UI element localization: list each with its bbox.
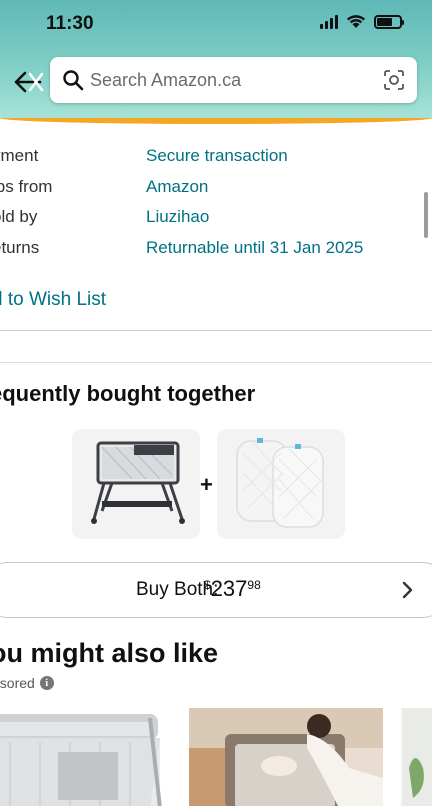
bassinet-product-card[interactable] [72,429,200,539]
camera-icon[interactable] [383,69,405,91]
app-header: 11:30 [0,0,432,124]
ships-from-label: ips from [0,177,53,196]
divider [0,362,432,363]
returns-label: eturns [0,238,40,257]
price-fraction: 98 [247,578,261,592]
add-to-wish-list-link[interactable]: d to Wish List [0,289,106,311]
sponsored-text: nsored [0,675,35,691]
secure-transaction-link[interactable]: Secure transaction [146,146,288,166]
frequently-bought-title: equently bought together [0,381,256,406]
mattress-pads-image [236,438,324,528]
price-whole: 237 [210,576,248,601]
recommendations-title: ou might also like [0,638,219,668]
wifi-icon [347,15,365,28]
price-currency: $ [204,578,211,592]
back-arrow-icon[interactable] [12,68,46,96]
payment-label: yment [0,146,39,165]
recommendation-card-3[interactable] [401,708,432,806]
recommendation-card-2[interactable] [189,708,383,806]
info-icon[interactable]: i [39,676,54,690]
buy-both-price: $23798 [204,576,261,602]
battery-icon [374,14,404,29]
chevron-right-icon [402,581,413,599]
divider [0,330,432,331]
plus-sign: + [200,472,213,497]
scrollbar[interactable] [424,192,428,238]
mattress-pads-product-card[interactable] [217,429,345,539]
status-icons [320,14,404,29]
bassinet-image [91,441,185,524]
ships-from-link[interactable]: Amazon [146,177,208,197]
mother-bassinet-image [189,708,383,806]
search-input[interactable] [90,65,370,95]
sponsored-label: nsored i [0,675,54,691]
search-icon [63,70,84,91]
sold-by-label: old by [0,207,38,226]
gray-bassinet-image [0,708,165,806]
cellular-signal-icon [320,14,338,29]
recommendation-card-1[interactable] [0,708,165,806]
status-time: 11:30 [46,13,94,34]
seller-link[interactable]: Liuzihao [146,207,209,227]
partial-product-image [401,708,432,806]
buy-both-button[interactable]: Buy Both: $23798 [0,562,432,618]
returns-link[interactable]: Returnable until 31 Jan 2025 [146,238,363,258]
search-box[interactable] [50,57,417,103]
